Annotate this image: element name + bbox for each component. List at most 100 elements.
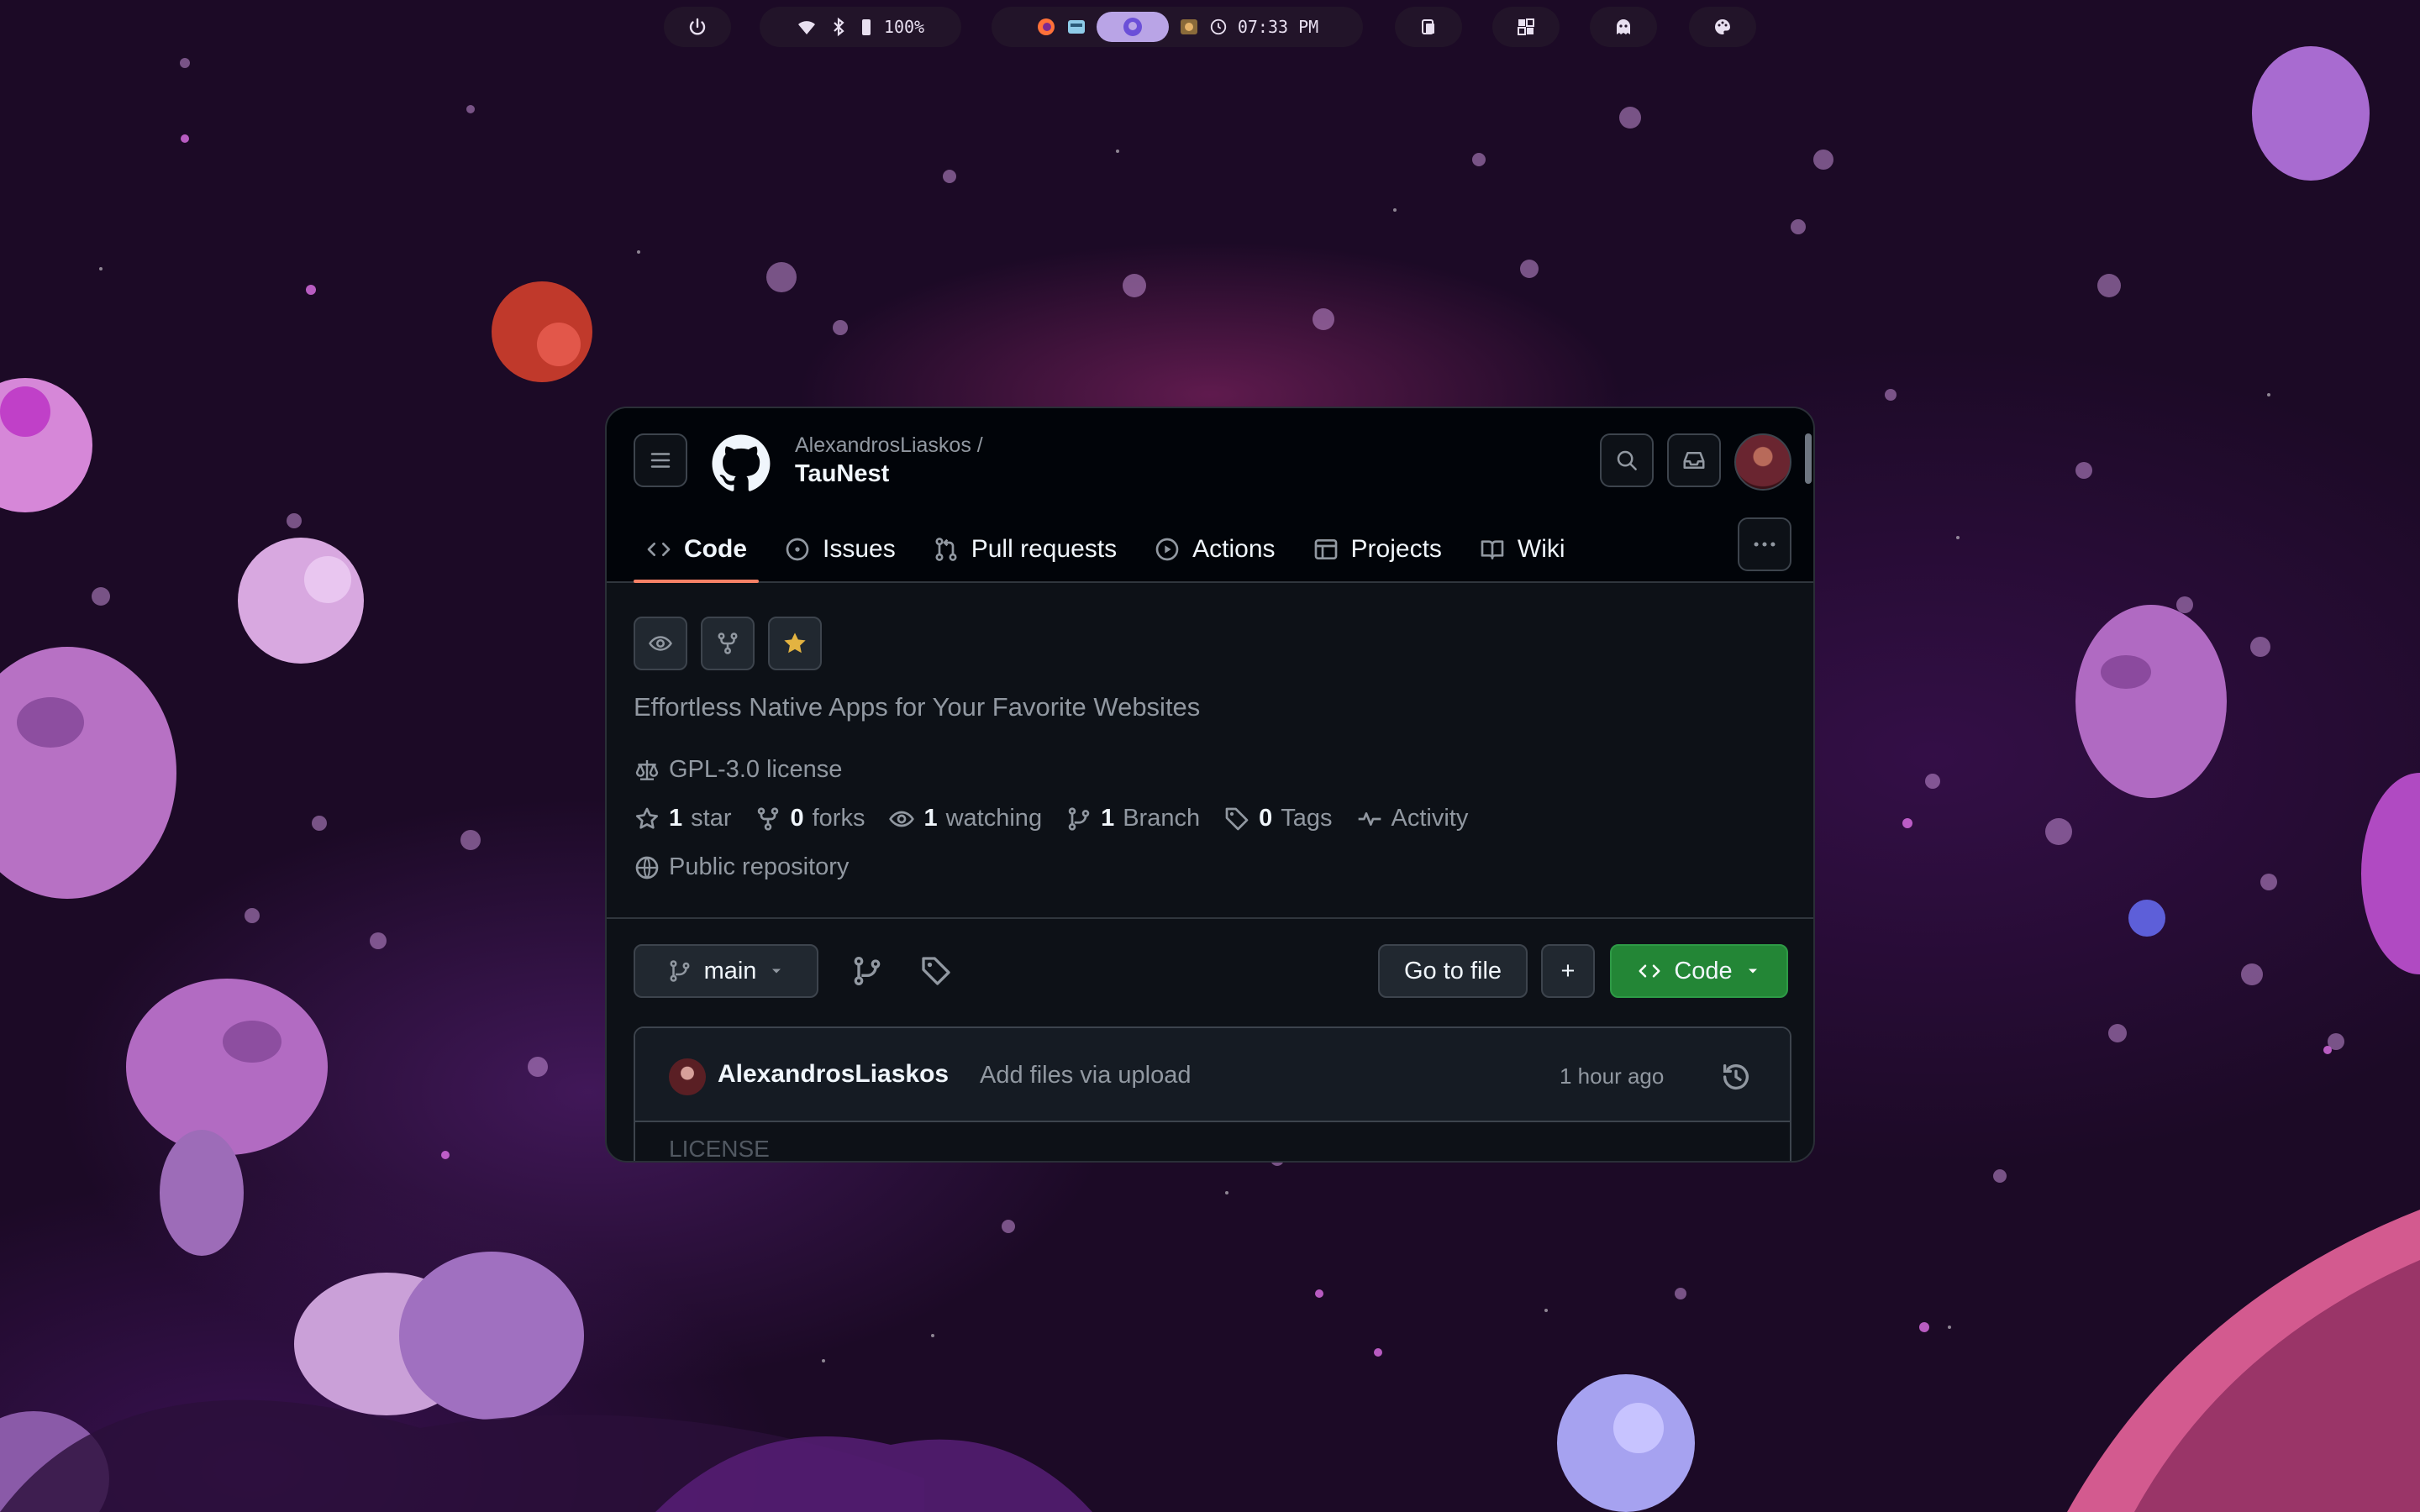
branch-selector-label: main bbox=[703, 957, 757, 984]
go-to-file-label: Go to file bbox=[1403, 957, 1502, 984]
latest-commit-row: AlexandrosLiaskos Add files via upload 1… bbox=[635, 1028, 1790, 1122]
commit-message[interactable]: Add files via upload bbox=[980, 1062, 1192, 1089]
eye-icon bbox=[889, 811, 915, 827]
fork-icon bbox=[758, 806, 779, 831]
watching-count: 1 bbox=[923, 805, 938, 832]
menu-button[interactable] bbox=[634, 433, 687, 487]
activity-link[interactable]: Activity bbox=[1356, 805, 1468, 832]
stars-label: star bbox=[691, 805, 732, 832]
inbox-button[interactable] bbox=[1667, 433, 1721, 487]
github-logo-icon[interactable] bbox=[711, 433, 771, 494]
plus-icon: + bbox=[1560, 957, 1576, 984]
section-divider bbox=[607, 917, 1813, 919]
ghost-icon bbox=[1617, 19, 1630, 34]
go-to-file-button[interactable]: Go to file bbox=[1378, 944, 1528, 998]
kebab-horizontal-icon bbox=[1754, 542, 1776, 547]
clock-icon bbox=[1210, 18, 1226, 35]
tab-actions-label: Actions bbox=[1192, 535, 1276, 563]
repo-description: Effortless Native Apps for Your Favorite… bbox=[634, 692, 1201, 722]
file-row-license[interactable]: LICENSE bbox=[669, 1136, 770, 1161]
law-icon bbox=[635, 759, 659, 780]
battery-percent: 100% bbox=[883, 17, 925, 37]
layout-button[interactable] bbox=[1492, 7, 1560, 47]
branch-count: 1 bbox=[1101, 805, 1115, 832]
forks-link[interactable]: 0 forks bbox=[755, 805, 865, 832]
watching-link[interactable]: 1 watching bbox=[888, 805, 1042, 832]
license-link[interactable]: GPL-3.0 license bbox=[634, 756, 842, 784]
globe-icon bbox=[635, 856, 659, 879]
code-dropdown-button[interactable]: Code bbox=[1610, 944, 1788, 998]
star-filled-icon bbox=[784, 633, 806, 654]
tab-code[interactable]: Code bbox=[634, 524, 759, 583]
repo-owner-link[interactable]: AlexandrosLiaskos / bbox=[795, 433, 983, 458]
visibility-label: Public repository bbox=[669, 853, 850, 880]
code-button-label: Code bbox=[1674, 957, 1733, 984]
tab-projects[interactable]: Projects bbox=[1301, 524, 1454, 575]
bluetooth-icon bbox=[834, 17, 844, 37]
tab-projects-label: Projects bbox=[1350, 535, 1442, 563]
star-button[interactable] bbox=[768, 617, 822, 670]
stars-link[interactable]: 1 star bbox=[634, 805, 731, 832]
user-avatar[interactable] bbox=[1734, 433, 1791, 491]
files-app-icon[interactable] bbox=[1066, 17, 1086, 37]
history-icon[interactable] bbox=[1719, 1060, 1753, 1094]
ghost-button[interactable] bbox=[1590, 7, 1657, 47]
watch-button[interactable] bbox=[634, 617, 687, 670]
add-file-button[interactable]: + bbox=[1541, 944, 1595, 998]
commit-author-avatar[interactable] bbox=[669, 1058, 706, 1095]
tab-issues-label: Issues bbox=[823, 535, 896, 563]
more-tabs-button[interactable] bbox=[1738, 517, 1791, 571]
firefox-icon[interactable] bbox=[1036, 17, 1056, 37]
tab-actions[interactable]: Actions bbox=[1142, 524, 1286, 575]
visibility-item: Public repository bbox=[634, 853, 849, 881]
branch-icon bbox=[1068, 806, 1090, 831]
branch-label: Branch bbox=[1123, 805, 1201, 832]
theme-button[interactable] bbox=[1689, 7, 1756, 47]
workspace-pill[interactable]: 07:33 PM bbox=[992, 7, 1363, 47]
tags-link[interactable]: 0 Tags bbox=[1223, 805, 1333, 832]
forks-count: 0 bbox=[790, 805, 804, 832]
github-app-window: AlexandrosLiaskos / TauNest Code Issues … bbox=[605, 407, 1815, 1163]
commit-author[interactable]: AlexandrosLiaskos bbox=[718, 1060, 949, 1089]
code-icon bbox=[1639, 964, 1660, 978]
branches-link[interactable]: 1 Branch bbox=[1065, 805, 1200, 832]
active-app-github[interactable] bbox=[1096, 12, 1169, 42]
branch-selector[interactable]: main bbox=[634, 944, 818, 998]
clipboard-button[interactable] bbox=[1395, 7, 1462, 47]
clock-time: 07:33 PM bbox=[1237, 17, 1319, 37]
tab-issues[interactable]: Issues bbox=[772, 524, 908, 575]
repo-stats-row: 1 star 0 forks 1 watching 1 Branch 0 Tag… bbox=[634, 805, 1491, 832]
tab-wiki-label: Wiki bbox=[1517, 535, 1565, 563]
watching-label: watching bbox=[945, 805, 1043, 832]
power-button[interactable] bbox=[664, 7, 731, 47]
eye-icon bbox=[649, 636, 672, 651]
game-app-icon[interactable] bbox=[1179, 17, 1199, 37]
fork-button[interactable] bbox=[701, 617, 755, 670]
tags-count: 0 bbox=[1259, 805, 1273, 832]
branches-icon[interactable] bbox=[850, 954, 884, 988]
search-icon bbox=[1617, 450, 1637, 470]
clipboard-icon bbox=[1422, 19, 1434, 34]
tab-wiki[interactable]: Wiki bbox=[1467, 524, 1577, 575]
layout-icon bbox=[1518, 18, 1534, 35]
tags-icon[interactable] bbox=[919, 954, 953, 988]
system-topbar: 100% 07:33 PM bbox=[0, 0, 2420, 54]
star-icon bbox=[635, 807, 659, 829]
tab-pull-requests-label: Pull requests bbox=[971, 535, 1118, 563]
wifi-icon bbox=[797, 21, 815, 34]
repo-name-link[interactable]: TauNest bbox=[795, 460, 889, 488]
pulse-icon bbox=[1358, 811, 1381, 826]
github-app-icon bbox=[1123, 18, 1142, 36]
repo-overview: Effortless Native Apps for Your Favorite… bbox=[607, 583, 1813, 1161]
power-icon bbox=[689, 18, 706, 35]
commit-time: 1 hour ago bbox=[1560, 1063, 1665, 1089]
search-button[interactable] bbox=[1600, 433, 1654, 487]
caret-down-icon bbox=[1748, 969, 1757, 974]
inbox-icon bbox=[1683, 452, 1705, 469]
tab-pull-requests[interactable]: Pull requests bbox=[921, 524, 1128, 575]
status-pill[interactable]: 100% bbox=[760, 7, 961, 47]
window-scrollbar[interactable] bbox=[1805, 433, 1812, 484]
repo-nav-tabs: Code Issues Pull requests Actions Projec… bbox=[634, 524, 1591, 583]
pull-request-icon bbox=[935, 538, 957, 561]
issue-icon bbox=[786, 538, 809, 561]
